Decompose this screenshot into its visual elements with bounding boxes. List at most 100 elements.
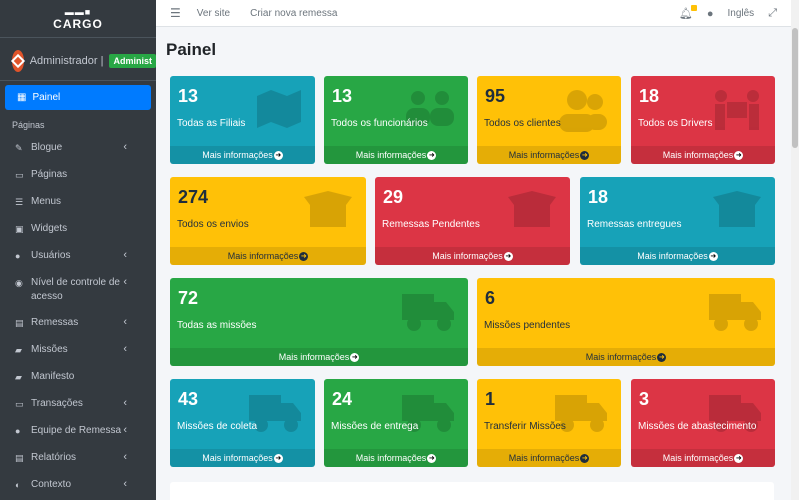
arrow-right-icon: ➜ [734,453,744,463]
sidebar-item-dashboard[interactable]: ▦ Painel [5,85,151,110]
stat-value: 13 [332,86,353,106]
stat-box-branches: 13 Todas as Filiais Mais informações ➜ [170,76,315,164]
sidebar-item-label: Usuários [31,250,71,261]
access-icon: ◉ [15,278,23,288]
scrollbar[interactable] [791,0,799,500]
arrow-right-icon: ➜ [273,150,283,160]
notification-dot [690,5,697,11]
more-info-link[interactable]: Mais informações ➜ [170,247,366,265]
stat-box-transfer-missions: 1 Transferir Missões Mais informações ➜ [477,379,621,467]
stat-label: Transferir Missões [484,421,566,432]
sidebar-item-label: Relatórios [31,452,77,463]
user-icon[interactable]: ● [707,8,714,20]
stat-label: Remessas entregues [587,219,682,230]
sidebar-item-label: Transações [31,398,83,409]
stat-value: 3 [639,389,650,409]
map-icon [257,90,301,128]
users-icon [559,90,607,132]
sidebar-item-reports[interactable]: ▤ Relatórios ‹ [5,444,151,471]
language-link[interactable]: Inglês [728,8,755,19]
sidebar-item-access-control[interactable]: ◉ Nível de controle de acesso ‹ [5,269,151,309]
more-info-link[interactable]: Mais informações ➜ [477,449,621,467]
stat-box-drivers: 18 Todos os Drivers Mais informações ➜ [631,76,775,164]
sidebar-nav: ▦ Painel Páginas ✎ Blogue ‹ ▭ Páginas ☰ … [0,81,156,500]
page-title: Painel [166,40,217,59]
sidebar-item-context[interactable]: ◐ Contexto ‹ [5,471,151,498]
users-icon: ● [15,426,21,436]
stat-label: Missões pendentes [484,320,571,331]
stat-label: Todos os clientes [484,118,561,129]
stat-value: 18 [588,187,609,207]
more-info-link[interactable]: Mais informações ➜ [631,146,775,164]
sidebar-item-shipment-team[interactable]: ● Equipe de Remessa ‹ [5,417,151,444]
arrow-right-icon: ➜ [503,251,513,261]
stat-value: 95 [485,86,506,106]
chevron-left-icon: ‹ [123,141,127,153]
sidebar-item-label: Contexto [31,479,72,490]
sidebar-item-pages[interactable]: ▭ Páginas [5,161,151,188]
sidebar-item-label: Menus [31,196,62,207]
sidebar-item-label: Equipe de Remessa [31,425,122,436]
sidebar-item-transactions[interactable]: ▭ Transações ‹ [5,390,151,417]
stat-value: 24 [332,389,353,409]
sidebar-item-label: Remessas [31,317,79,328]
chevron-left-icon: ‹ [123,478,127,490]
chevron-left-icon: ‹ [123,397,127,409]
brand[interactable]: ▬▬■ CARGO [0,0,156,38]
stat-label: Remessas Pendentes [382,219,480,230]
more-info-link[interactable]: Mais informações ➜ [477,146,621,164]
arrow-right-icon: ➜ [273,453,283,463]
sidebar-item-manifest[interactable]: ▰ Manifesto [5,363,151,390]
fullscreen-icon[interactable]: ⤢ [768,7,777,20]
more-info-link[interactable]: Mais informações ➜ [170,449,315,467]
more-info-link[interactable]: Mais informações ➜ [170,146,315,164]
more-info-link[interactable]: Mais informações ➜ [477,348,775,366]
sidebar-item-users[interactable]: ● Usuários ‹ [5,242,151,269]
sidebar-item-blog[interactable]: ✎ Blogue ‹ [5,134,151,161]
box-open-icon [304,191,352,227]
bell-icon[interactable]: 🔔︎ [679,5,697,20]
recent-card [170,482,774,500]
sidebar-item-widgets[interactable]: ▣ Widgets [5,215,151,242]
list-icon: ☰ [15,197,24,207]
new-shipment-link[interactable]: Criar nova remessa [250,8,337,19]
stat-box-delivery-missions: 24 Missões de entrega Mais informações ➜ [324,379,468,467]
truck-icon: ▰ [15,372,22,382]
stat-value: 274 [178,187,209,207]
more-info-link[interactable]: Mais informações ➜ [170,348,468,366]
menu-toggle-icon[interactable]: ☰ [170,6,181,20]
stat-value: 29 [383,187,404,207]
money-icon: ▭ [15,399,24,409]
sidebar-item-missions[interactable]: ▰ Missões ‹ [5,336,151,363]
arrow-right-icon: ➜ [350,352,360,362]
sidebar-item-label: Manifesto [31,371,75,382]
arrow-right-icon: ➜ [427,453,437,463]
more-info-link[interactable]: Mais informações ➜ [580,247,775,265]
more-info-link[interactable]: Mais informações ➜ [375,247,570,265]
stat-label: Todas as missões [177,320,257,331]
topbar-right: 🔔︎ ● Inglês ⤢ [679,0,777,27]
stat-box-pickup-missions: 43 Missões de coleta Mais informações ➜ [170,379,315,467]
sidebar-item-menus[interactable]: ☰ Menus [5,188,151,215]
stat-value: 6 [485,288,496,308]
stat-box-delivered-shipments: 18 Remessas entregues Mais informações ➜ [580,177,775,265]
app-root: ▬▬■ CARGO Administrador | Administ ▦ Pai… [0,0,799,500]
sidebar-item-shipments[interactable]: ▤ Remessas ‹ [5,309,151,336]
stat-box-all-shipments: 274 Todos os envios Mais informações ➜ [170,177,366,265]
chevron-left-icon: ‹ [123,276,127,288]
arrow-right-icon: ➜ [657,352,667,362]
visit-site-link[interactable]: Ver site [197,8,230,19]
user-panel[interactable]: Administrador | Administ [0,41,156,81]
boxes-icon: ▤ [15,318,24,328]
more-info-link[interactable]: Mais informações ➜ [631,449,775,467]
chevron-left-icon: ‹ [123,424,127,436]
sidebar-item-label: Widgets [31,223,68,234]
more-info-link[interactable]: Mais informações ➜ [324,449,468,467]
truck-icon: ▰ [15,345,22,355]
chevron-left-icon: ‹ [123,249,127,261]
stat-label: Missões de entrega [331,421,419,432]
more-info-link[interactable]: Mais informações ➜ [324,146,468,164]
chevron-left-icon: ‹ [123,343,127,355]
scrollbar-thumb[interactable] [792,28,798,148]
people-carry-icon [715,90,759,130]
